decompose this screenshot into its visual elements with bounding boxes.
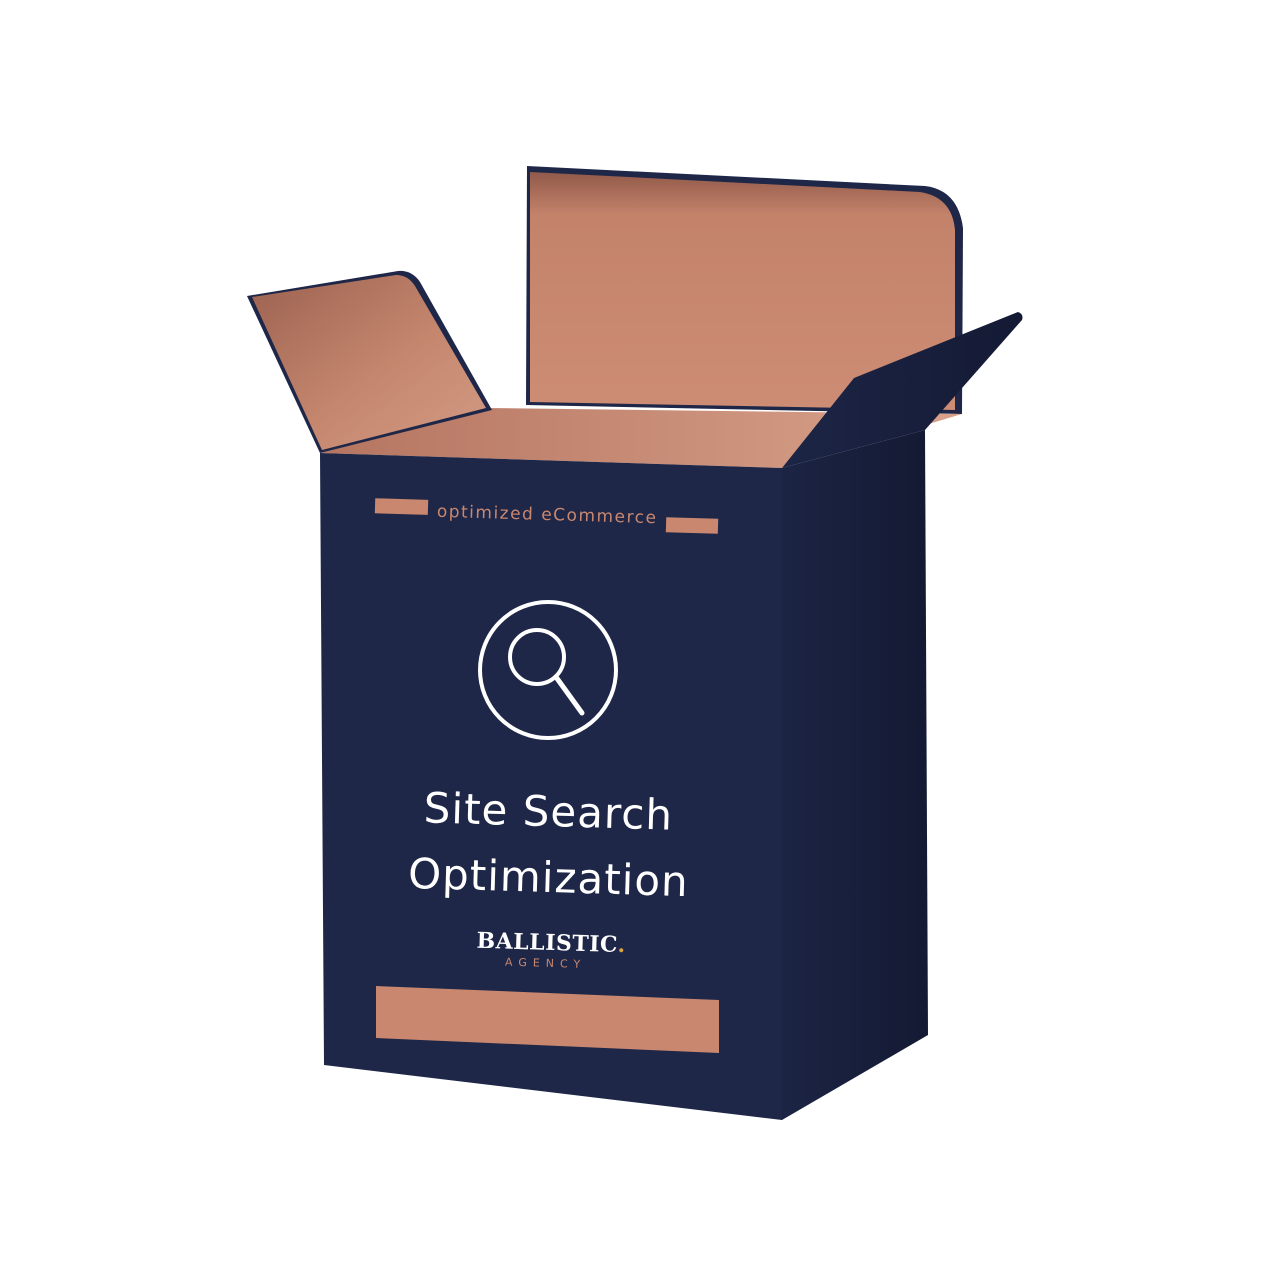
box-right-side (782, 430, 928, 1120)
tagline-bar-right (665, 517, 719, 534)
title-line-2: Optimization (407, 849, 689, 906)
logo-dot: . (617, 932, 626, 958)
product-box-scene: optimized eCommerce Site Search Optimiza… (247, 166, 1023, 1120)
logo-brand: BALLISTIC. (476, 928, 626, 958)
logo-sub: AGENCY (505, 956, 587, 971)
title-line-1: Site Search (423, 783, 674, 839)
tagline-bar-left (374, 498, 429, 515)
